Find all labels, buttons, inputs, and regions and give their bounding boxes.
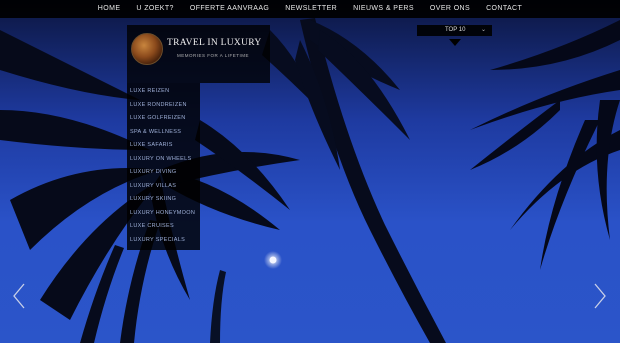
slider-next-button[interactable] [593, 283, 607, 309]
nav-home[interactable]: HOME [90, 0, 129, 18]
menu-item-luxury-honeymoon[interactable]: LUXURY HONEYMOON [127, 207, 200, 221]
nav-over-ons[interactable]: OVER ONS [422, 0, 478, 18]
menu-item-luxe-reizen[interactable]: LUXE REIZEN [127, 85, 200, 99]
menu-item-luxe-rondreizen[interactable]: LUXE RONDREIZEN [127, 99, 200, 113]
category-menu: LUXE REIZEN LUXE RONDREIZEN LUXE GOLFREI… [127, 83, 200, 250]
menu-item-luxe-cruises[interactable]: LUXE CRUISES [127, 220, 200, 234]
menu-item-luxury-diving[interactable]: LUXURY DIVING [127, 166, 200, 180]
site-logo[interactable]: TRAVEL IN LUXURY MEMORIES FOR A LIFETIME [127, 25, 270, 83]
logo-title: TRAVEL IN LUXURY [167, 38, 262, 48]
chevron-down-icon: ⌄ [480, 27, 486, 33]
menu-item-luxury-villas[interactable]: LUXURY VILLAS [127, 180, 200, 194]
menu-item-luxury-specials[interactable]: LUXURY SPECIALS [127, 234, 200, 248]
nav-offerte-aanvraag[interactable]: OFFERTE AANVRAAG [182, 0, 277, 18]
menu-item-spa-wellness[interactable]: SPA & WELLNESS [127, 126, 200, 140]
hero-background-image [0, 18, 620, 343]
globe-logo-icon [131, 33, 163, 65]
menu-item-luxe-golfreizen[interactable]: LUXE GOLFREIZEN [127, 112, 200, 126]
menu-item-luxury-skiing[interactable]: LUXURY SKIING [127, 193, 200, 207]
nav-contact[interactable]: CONTACT [478, 0, 530, 18]
top-navigation: HOME U ZOEKT? OFFERTE AANVRAAG NEWSLETTE… [0, 0, 620, 18]
top10-dropdown[interactable]: TOP 10 ⌄ [417, 25, 492, 36]
nav-newsletter[interactable]: NEWSLETTER [277, 0, 345, 18]
dropdown-pointer-icon [449, 39, 461, 46]
menu-item-luxury-on-wheels[interactable]: LUXURY ON WHEELS [127, 153, 200, 167]
chevron-left-icon [13, 283, 25, 309]
top10-label: TOP 10 [445, 27, 466, 33]
chevron-right-icon [594, 283, 606, 309]
slider-prev-button[interactable] [12, 283, 26, 309]
logo-subtitle: MEMORIES FOR A LIFETIME [177, 53, 250, 58]
nav-nieuws-pers[interactable]: NIEUWS & PERS [345, 0, 422, 18]
nav-u-zoekt[interactable]: U ZOEKT? [128, 0, 181, 18]
menu-item-luxe-safaris[interactable]: LUXE SAFARIS [127, 139, 200, 153]
